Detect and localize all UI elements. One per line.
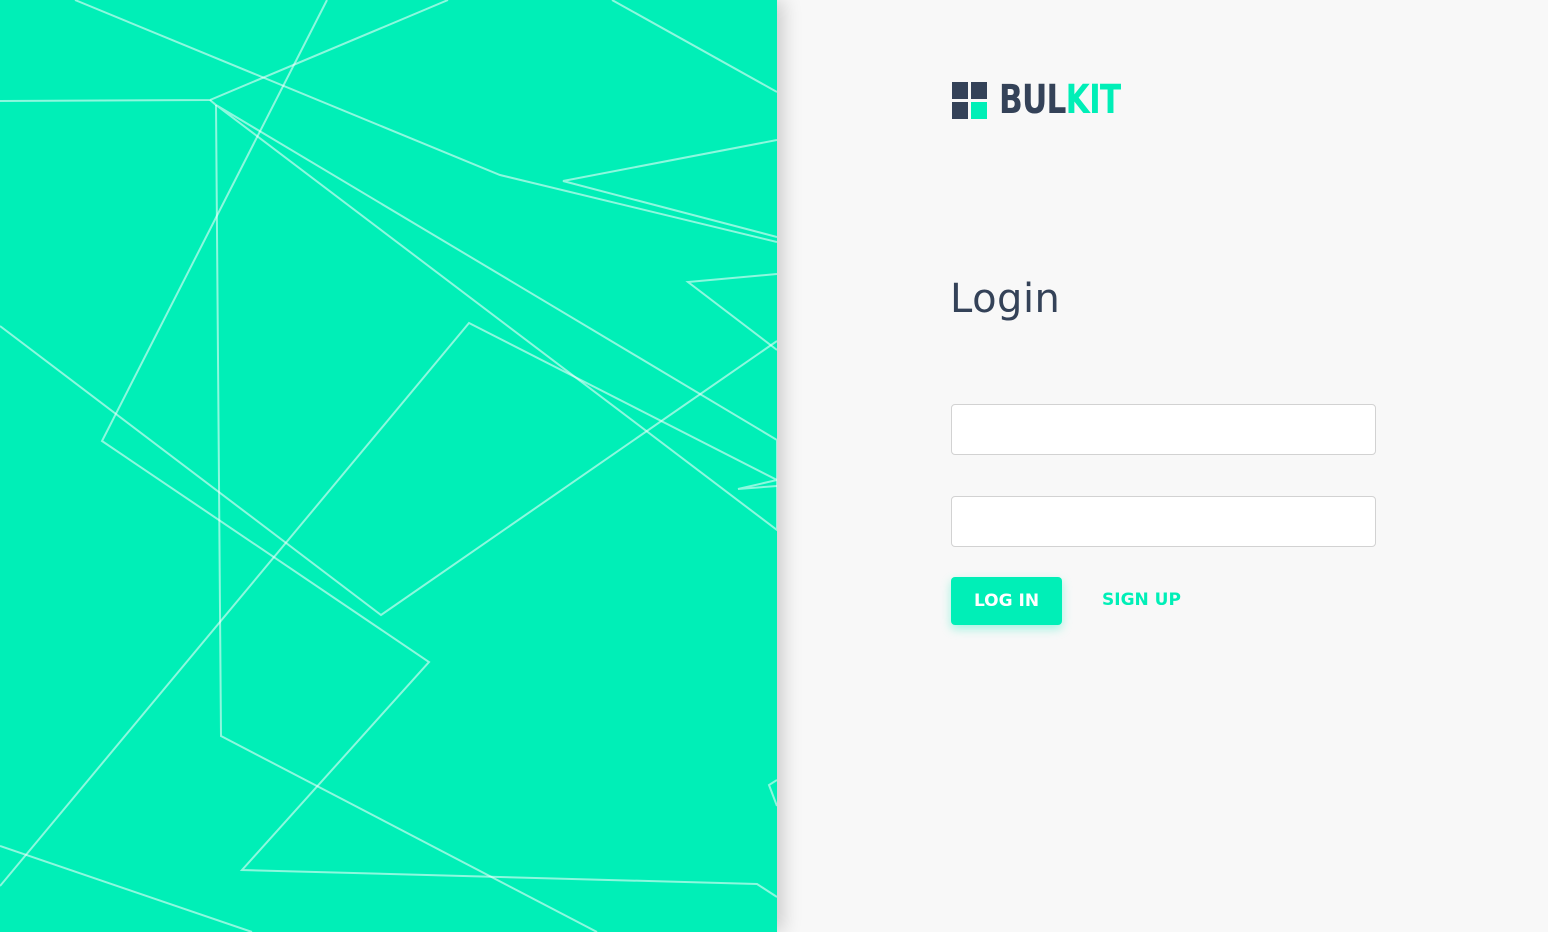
- username-field[interactable]: [951, 404, 1376, 455]
- password-field[interactable]: [951, 496, 1376, 547]
- pattern-line: [209, 99, 777, 532]
- logo-wordmark-part-b: KIT: [1065, 77, 1122, 123]
- logo-mark-icon: [952, 81, 987, 119]
- pattern-line: [0, 321, 777, 887]
- hero-pattern-panel: [0, 0, 777, 932]
- log-in-button[interactable]: LOG IN: [951, 577, 1062, 625]
- page-title: Login: [950, 276, 1061, 322]
- logo-wordmark-part-a: BUL: [999, 77, 1066, 123]
- pattern-line: [611, 0, 777, 93]
- login-page: BULKIT Login LOG IN SIGN UP: [0, 0, 1548, 932]
- pattern-line: [100, 0, 777, 898]
- pattern-line: [562, 139, 777, 238]
- pattern-line: [0, 0, 449, 102]
- pattern-line: [74, 0, 777, 243]
- pattern-line: [767, 779, 777, 807]
- pattern-line: [685, 273, 777, 351]
- login-panel: BULKIT Login LOG IN SIGN UP: [777, 0, 1548, 932]
- logo-wordmark: BULKIT: [999, 77, 1122, 123]
- geometric-line-pattern: [0, 0, 777, 932]
- pattern-line: [0, 845, 253, 932]
- pattern-line: [215, 104, 598, 932]
- bulkit-logo[interactable]: BULKIT: [952, 80, 1155, 120]
- sign-up-link[interactable]: SIGN UP: [1102, 590, 1181, 610]
